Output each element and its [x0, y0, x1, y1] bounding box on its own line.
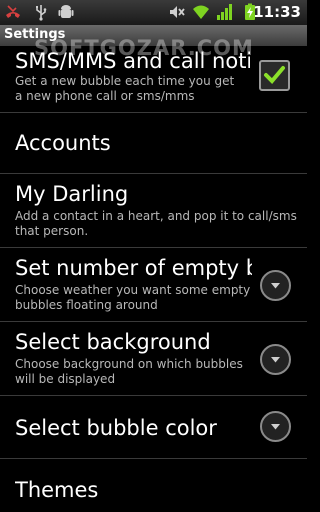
setting-title: Select background — [15, 330, 211, 354]
setting-my-darling[interactable]: My Darling Add a contact in a heart, and… — [0, 174, 307, 248]
settings-list[interactable]: SMS/MMS and call notifie Get a new bubbl… — [0, 25, 307, 512]
status-clock: 11:33 — [253, 3, 301, 21]
setting-title: Accounts — [15, 131, 111, 155]
notifications-checkbox[interactable] — [259, 60, 290, 91]
setting-themes[interactable]: Themes — [0, 459, 307, 512]
background-dropdown-button[interactable] — [260, 344, 291, 375]
setting-summary: Choose background on which bubbles will … — [15, 357, 243, 386]
setting-empty-bubbles[interactable]: Set number of empty bub Choose weather y… — [0, 248, 307, 322]
chevron-down-icon — [271, 283, 280, 289]
usb-icon — [36, 5, 47, 21]
setting-summary: Choose weather you want some empty bubbl… — [15, 283, 251, 312]
chevron-down-icon — [271, 357, 280, 363]
setting-title: Themes — [15, 478, 99, 502]
setting-title: Set number of empty bub — [15, 256, 252, 280]
setting-title: Select bubble color — [15, 416, 217, 440]
empty-bubbles-dropdown-button[interactable] — [260, 270, 291, 301]
status-bar: 11:33 — [0, 0, 307, 25]
missed-call-icon — [6, 5, 20, 18]
setting-bubble-color[interactable]: Select bubble color — [0, 396, 307, 459]
setting-accounts[interactable]: Accounts — [0, 113, 307, 174]
checkmark-icon — [264, 66, 285, 84]
setting-summary: Get a new bubble each time you get a new… — [15, 74, 235, 103]
bubble-color-dropdown-button[interactable] — [260, 411, 291, 442]
setting-select-background[interactable]: Select background Choose background on w… — [0, 322, 307, 396]
watermark: SOFTGOZAR.COM — [34, 36, 254, 60]
signal-icon — [217, 4, 232, 20]
wifi-icon — [193, 5, 209, 19]
setting-title: My Darling — [15, 182, 129, 206]
android-debug-icon — [58, 5, 74, 18]
chevron-down-icon — [271, 424, 280, 430]
setting-summary: Add a contact in a heart, and pop it to … — [15, 209, 297, 238]
mute-icon — [170, 6, 185, 18]
